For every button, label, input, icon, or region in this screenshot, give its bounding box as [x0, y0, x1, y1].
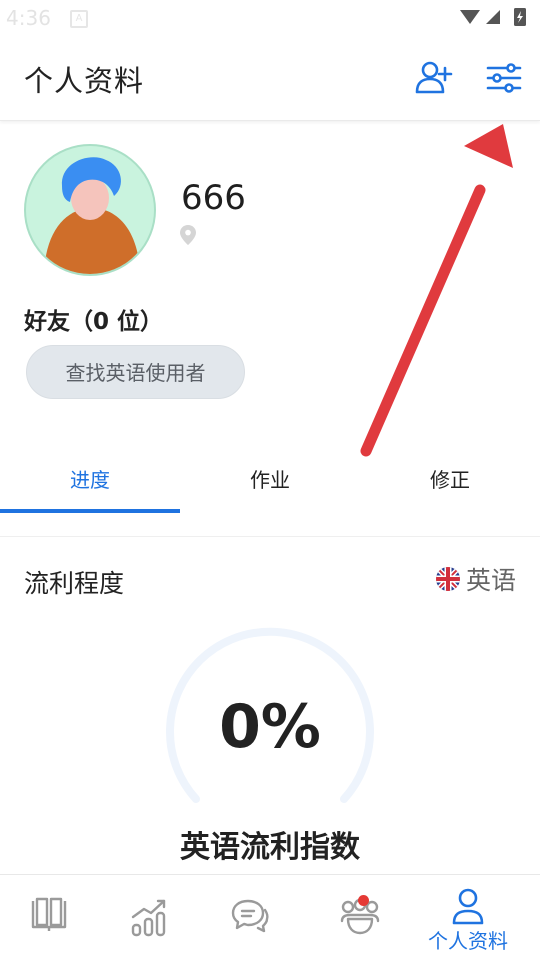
nav-profile[interactable]: 个人资料	[398, 875, 538, 961]
fluency-index-label: 英语流利指数	[180, 830, 360, 865]
nav-chat[interactable]	[200, 875, 300, 961]
tab-progress[interactable]: 进度	[0, 464, 180, 493]
active-tab-indicator	[0, 509, 180, 513]
chat-bubbles-icon	[231, 899, 269, 933]
system-status-icons	[460, 8, 526, 26]
avatar[interactable]	[24, 144, 156, 276]
add-user-icon	[415, 61, 453, 94]
fluency-percent: 0%	[219, 692, 321, 762]
tab-homework[interactable]: 作业	[180, 464, 360, 493]
settings-button[interactable]	[484, 58, 524, 98]
status-bar: 4:36 A	[0, 0, 540, 36]
add-friend-button[interactable]	[414, 58, 454, 98]
nav-profile-label: 个人资料	[428, 929, 508, 953]
language-selector[interactable]: 英语	[435, 562, 516, 596]
avatar-illustration	[44, 157, 140, 274]
notification-icon: A	[70, 10, 88, 28]
stats-chart-icon	[131, 899, 166, 937]
fluency-title: 流利程度	[24, 569, 125, 598]
nav-progress[interactable]	[100, 875, 200, 961]
uk-flag-icon	[435, 567, 460, 591]
divider	[0, 536, 540, 537]
nav-community[interactable]	[310, 875, 410, 961]
language-label: 英语	[465, 566, 516, 595]
app-bar: 个人资料	[0, 36, 540, 121]
bottom-navigation: 个人资料	[0, 874, 540, 961]
page-title: 个人资料	[24, 64, 145, 98]
location-pin-icon	[180, 225, 196, 245]
book-icon	[31, 897, 67, 931]
notification-badge	[358, 895, 369, 906]
nav-learn[interactable]	[0, 875, 100, 961]
friends-count: 好友（0 位）	[24, 309, 164, 335]
username: 666	[181, 178, 246, 218]
find-english-speakers-button[interactable]: 查找英语使用者	[26, 345, 245, 399]
status-time: 4:36	[6, 6, 51, 30]
sliders-icon	[486, 63, 522, 93]
tab-corrections[interactable]: 修正	[360, 464, 540, 493]
profile-tabs: 进度 作业 修正	[0, 446, 540, 513]
user-profile-icon	[452, 888, 484, 925]
